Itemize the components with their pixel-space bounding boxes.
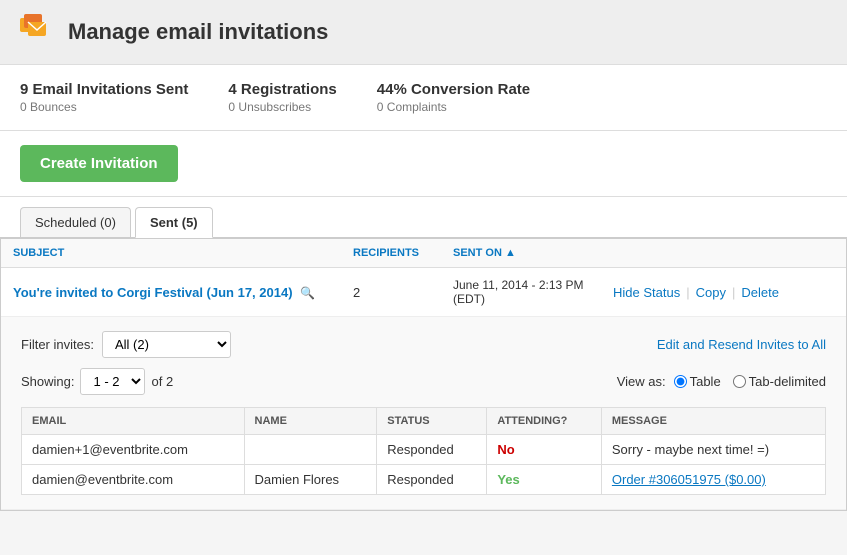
th-email: EMAIL [22, 408, 245, 435]
cell-status: Responded [377, 435, 487, 465]
filter-left: Filter invites: All (2) Responded Not Re… [21, 331, 231, 358]
showing-label: Showing: [21, 374, 74, 389]
cell-email: damien+1@eventbrite.com [22, 435, 245, 465]
th-name: NAME [244, 408, 377, 435]
table-header-row: SUBJECT RECIPIENTS SENT ON ▲ [1, 239, 846, 268]
radio-group: Table Tab-delimited [674, 374, 826, 389]
tabs-bar: Scheduled (0)Sent (5) [0, 197, 847, 238]
filter-row: Filter invites: All (2) Responded Not Re… [21, 331, 826, 358]
col-sent-on: SENT ON ▲ [453, 247, 613, 259]
stat-block: 44% Conversion Rate 0 Complaints [377, 81, 530, 114]
col-subject: SUBJECT [13, 247, 353, 259]
stat-secondary: 0 Unsubscribes [228, 100, 336, 114]
tab[interactable]: Sent (5) [135, 207, 213, 238]
stat-block: 9 Email Invitations Sent 0 Bounces [20, 81, 188, 114]
tab[interactable]: Scheduled (0) [20, 207, 131, 237]
page-title: Manage email invitations [68, 19, 328, 45]
cell-attending: No [487, 435, 602, 465]
resend-invites-link[interactable]: Edit and Resend Invites to All [657, 337, 826, 352]
stat-secondary: 0 Bounces [20, 100, 188, 114]
stat-primary: 44% Conversion Rate [377, 81, 530, 98]
cell-message: Sorry - maybe next time! =) [601, 435, 825, 465]
th-attending: ATTENDING? [487, 408, 602, 435]
attending-yes-badge: Yes [497, 472, 519, 487]
email-subject-cell: You're invited to Corgi Festival (Jun 17… [13, 285, 353, 300]
stat-secondary: 0 Complaints [377, 100, 530, 114]
view-as: View as: Table Tab-delimited [617, 374, 826, 389]
table-row: damien+1@eventbrite.com Responded No Sor… [22, 435, 826, 465]
filter-select[interactable]: All (2) Responded Not Responded [102, 331, 231, 358]
cell-attending: Yes [487, 465, 602, 495]
filter-label: Filter invites: [21, 337, 94, 352]
email-date-cell: June 11, 2014 - 2:13 PM (EDT) [453, 278, 613, 306]
email-row-main: You're invited to Corgi Festival (Jun 17… [1, 268, 846, 316]
view-as-label: View as: [617, 374, 666, 389]
view-table-option[interactable]: Table [674, 374, 721, 389]
email-row: You're invited to Corgi Festival (Jun 17… [1, 268, 846, 510]
page-header: Manage email invitations [0, 0, 847, 65]
search-icon[interactable]: 🔍 [300, 286, 315, 300]
expanded-area: Filter invites: All (2) Responded Not Re… [1, 316, 846, 509]
col-actions [613, 247, 834, 259]
view-table-radio[interactable] [674, 375, 687, 388]
view-tab-delimited-option[interactable]: Tab-delimited [733, 374, 826, 389]
view-tab-radio[interactable] [733, 375, 746, 388]
showing-of: of 2 [151, 374, 173, 389]
th-message: MESSAGE [601, 408, 825, 435]
email-subject-link[interactable]: You're invited to Corgi Festival (Jun 17… [13, 285, 293, 300]
create-invitation-button[interactable]: Create Invitation [20, 145, 178, 182]
actions-bar: Create Invitation [0, 131, 847, 197]
showing-select[interactable]: 1 - 2 1 - 5 [80, 368, 145, 395]
stat-block: 4 Registrations 0 Unsubscribes [228, 81, 336, 114]
cell-name: Damien Flores [244, 465, 377, 495]
cell-message: Order #306051975 ($0.00) [601, 465, 825, 495]
invites-table-header: EMAIL NAME STATUS ATTENDING? MESSAGE [22, 408, 826, 435]
stats-bar: 9 Email Invitations Sent 0 Bounces 4 Regis… [0, 65, 847, 131]
delete-link[interactable]: Delete [741, 285, 779, 300]
email-recipients-cell: 2 [353, 285, 453, 300]
cell-name [244, 435, 377, 465]
showing-row: Showing: 1 - 2 1 - 5 of 2 View as: Table [21, 368, 826, 395]
invites-table: EMAIL NAME STATUS ATTENDING? MESSAGE dam… [21, 407, 826, 495]
showing-left: Showing: 1 - 2 1 - 5 of 2 [21, 368, 173, 395]
invites-table-body: damien+1@eventbrite.com Responded No Sor… [22, 435, 826, 495]
email-actions-cell: Hide Status | Copy | Delete [613, 285, 834, 300]
main-content: SUBJECT RECIPIENTS SENT ON ▲ You're invi… [0, 238, 847, 511]
col-recipients: RECIPIENTS [353, 247, 453, 259]
copy-link[interactable]: Copy [696, 285, 726, 300]
th-status: STATUS [377, 408, 487, 435]
stat-primary: 4 Registrations [228, 81, 336, 98]
attending-no-badge: No [497, 442, 514, 457]
order-link[interactable]: Order #306051975 ($0.00) [612, 472, 766, 487]
table-row: damien@eventbrite.com Damien Flores Resp… [22, 465, 826, 495]
cell-status: Responded [377, 465, 487, 495]
hide-status-link[interactable]: Hide Status [613, 285, 680, 300]
stat-primary: 9 Email Invitations Sent [20, 81, 188, 98]
email-invitations-icon [20, 14, 56, 50]
cell-email: damien@eventbrite.com [22, 465, 245, 495]
